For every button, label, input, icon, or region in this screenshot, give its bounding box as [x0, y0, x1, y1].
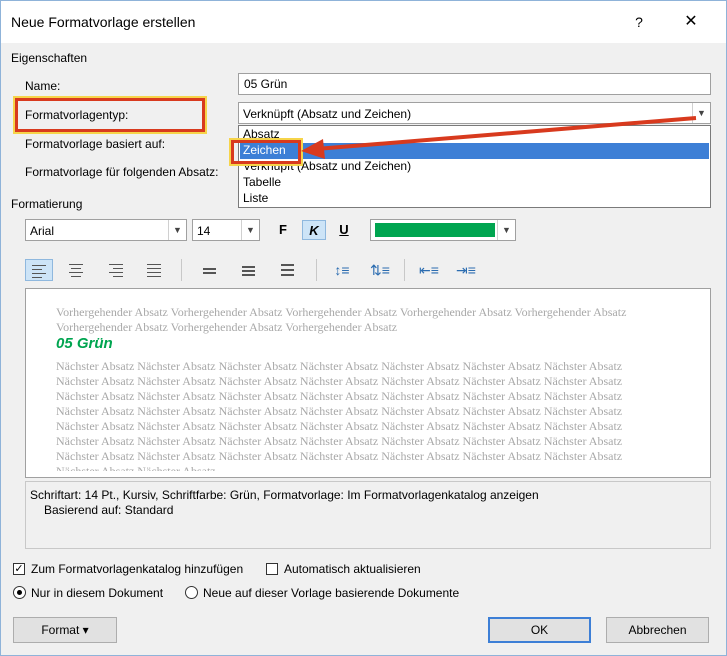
font-size-select[interactable]: 14 ▼: [192, 219, 260, 241]
dropdown-option-liste[interactable]: Liste: [240, 191, 709, 207]
help-button[interactable]: ?: [629, 12, 649, 32]
increase-spacing-icon[interactable]: ↕≡: [328, 259, 356, 281]
font-color-select[interactable]: ▼: [370, 219, 516, 241]
based-on-label: Formatvorlage basiert auf:: [25, 137, 166, 151]
dropdown-option-tabelle[interactable]: Tabelle: [240, 175, 709, 191]
label-highlight-box: [15, 98, 205, 132]
properties-section-label: Eigenschaften: [11, 51, 88, 65]
align-right-button[interactable]: [103, 259, 131, 281]
toolbar-separator: [404, 259, 405, 281]
close-button[interactable]: ✕: [681, 12, 701, 32]
preview-previous-paragraph: Vorhergehender Absatz Vorhergehender Abs…: [56, 305, 627, 334]
chevron-down-icon[interactable]: ▼: [497, 220, 515, 240]
description-line-1: Schriftart: 14 Pt., Kursiv, Schriftfarbe…: [30, 488, 539, 502]
add-to-gallery-checkbox[interactable]: ✓: [13, 563, 25, 575]
decrease-indent-icon[interactable]: ⇤≡: [415, 259, 443, 281]
preview-sample-text: 05 Grün: [56, 335, 113, 352]
font-size-value: 14: [197, 224, 211, 238]
italic-button[interactable]: K: [302, 220, 326, 240]
name-value: 05 Grün: [244, 77, 288, 91]
bold-button[interactable]: F: [271, 220, 295, 240]
formatting-section-label: Formatierung: [11, 197, 83, 211]
name-input[interactable]: 05 Grün: [238, 73, 711, 95]
annotation-arrow-icon: [301, 116, 697, 159]
decrease-spacing-icon[interactable]: ⇅≡: [366, 259, 394, 281]
double-spacing-button[interactable]: [274, 259, 302, 281]
new-documents-radio[interactable]: [185, 586, 198, 599]
only-this-document-radio[interactable]: [13, 586, 26, 599]
chevron-down-icon[interactable]: ▼: [241, 220, 259, 240]
new-documents-label: Neue auf dieser Vorlage basierende Dokum…: [203, 586, 460, 600]
auto-update-checkbox[interactable]: [266, 563, 278, 575]
align-left-button[interactable]: [25, 259, 53, 281]
format-button[interactable]: Format ▾: [13, 617, 117, 643]
dialog-title: Neue Formatvorlage erstellen: [11, 14, 196, 30]
title-bar: Neue Formatvorlage erstellen ? ✕: [1, 1, 726, 43]
style-preview: Vorhergehender Absatz Vorhergehender Abs…: [25, 288, 711, 478]
preview-next-paragraph: Nächster Absatz Nächster Absatz Nächster…: [56, 359, 623, 471]
next-style-label: Formatvorlage für folgenden Absatz:: [25, 165, 219, 179]
font-value: Arial: [30, 224, 55, 238]
new-style-dialog: Neue Formatvorlage erstellen ? ✕ Eigensc…: [0, 0, 727, 656]
underline-button[interactable]: U: [332, 220, 356, 240]
cancel-button[interactable]: Abbrechen: [606, 617, 709, 643]
name-label: Name:: [25, 79, 61, 93]
font-select[interactable]: Arial ▼: [25, 219, 187, 241]
toolbar-separator: [316, 259, 317, 281]
increase-indent-icon[interactable]: ⇥≡: [452, 259, 480, 281]
align-center-button[interactable]: [63, 259, 91, 281]
chevron-down-icon[interactable]: ▼: [168, 220, 186, 240]
style-description: Schriftart: 14 Pt., Kursiv, Schriftfarbe…: [25, 481, 711, 549]
toolbar-separator: [181, 259, 182, 281]
ok-button[interactable]: OK: [488, 617, 591, 643]
description-line-2: Basierend auf: Standard: [44, 503, 174, 517]
color-swatch: [375, 223, 495, 237]
one-half-spacing-button[interactable]: [235, 259, 263, 281]
single-spacing-button[interactable]: [196, 259, 224, 281]
align-justify-button[interactable]: [141, 259, 169, 281]
auto-update-label: Automatisch aktualisieren: [284, 562, 421, 576]
only-this-document-label: Nur in diesem Dokument: [31, 586, 164, 600]
add-to-gallery-label: Zum Formatvorlagenkatalog hinzufügen: [31, 562, 244, 576]
